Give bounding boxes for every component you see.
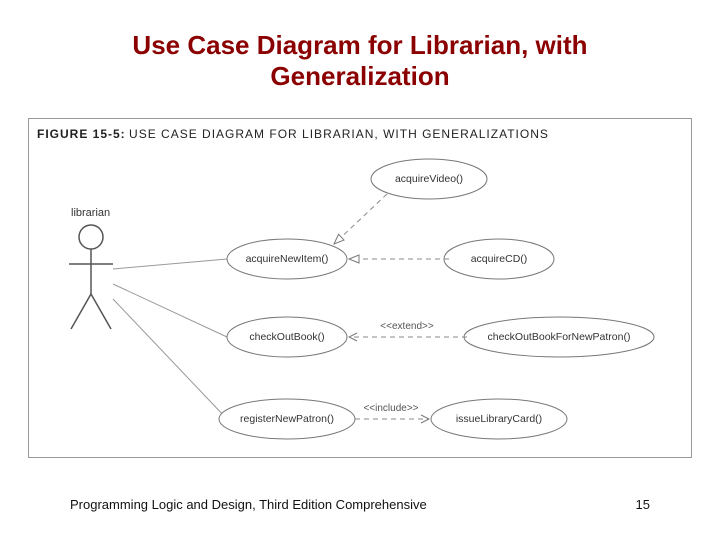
slide: Use Case Diagram for Librarian, with Gen… [0, 0, 720, 540]
diagram-svg: acquireNewItem() acquireVideo() acquireC… [29, 119, 693, 459]
usecase-acquire-video-label: acquireVideo() [395, 173, 463, 185]
actor-icon [69, 225, 113, 329]
title-line-2: Generalization [270, 61, 449, 91]
page-number: 15 [636, 497, 650, 512]
usecase-check-out-book-new-patron-label: checkOutBookForNewPatron() [488, 331, 631, 343]
usecase-issue-library-card-label: issueLibraryCard() [456, 413, 542, 425]
generalization-video [334, 194, 387, 244]
slide-title: Use Case Diagram for Librarian, with Gen… [0, 0, 720, 92]
title-line-1: Use Case Diagram for Librarian, with [132, 30, 587, 60]
usecase-acquire-new-item-label: acquireNewItem() [246, 253, 329, 265]
diagram-container: FIGURE 15-5: USE CASE DIAGRAM FOR LIBRAR… [28, 118, 692, 458]
footer-text: Programming Logic and Design, Third Edit… [70, 497, 427, 512]
extend-label: <<extend>> [380, 321, 434, 332]
include-label: <<include>> [363, 403, 418, 414]
association-lines [113, 259, 227, 419]
usecase-acquire-cd-label: acquireCD() [471, 253, 528, 265]
usecase-check-out-book-label: checkOutBook() [249, 331, 324, 343]
usecase-register-new-patron-label: registerNewPatron() [240, 413, 334, 425]
